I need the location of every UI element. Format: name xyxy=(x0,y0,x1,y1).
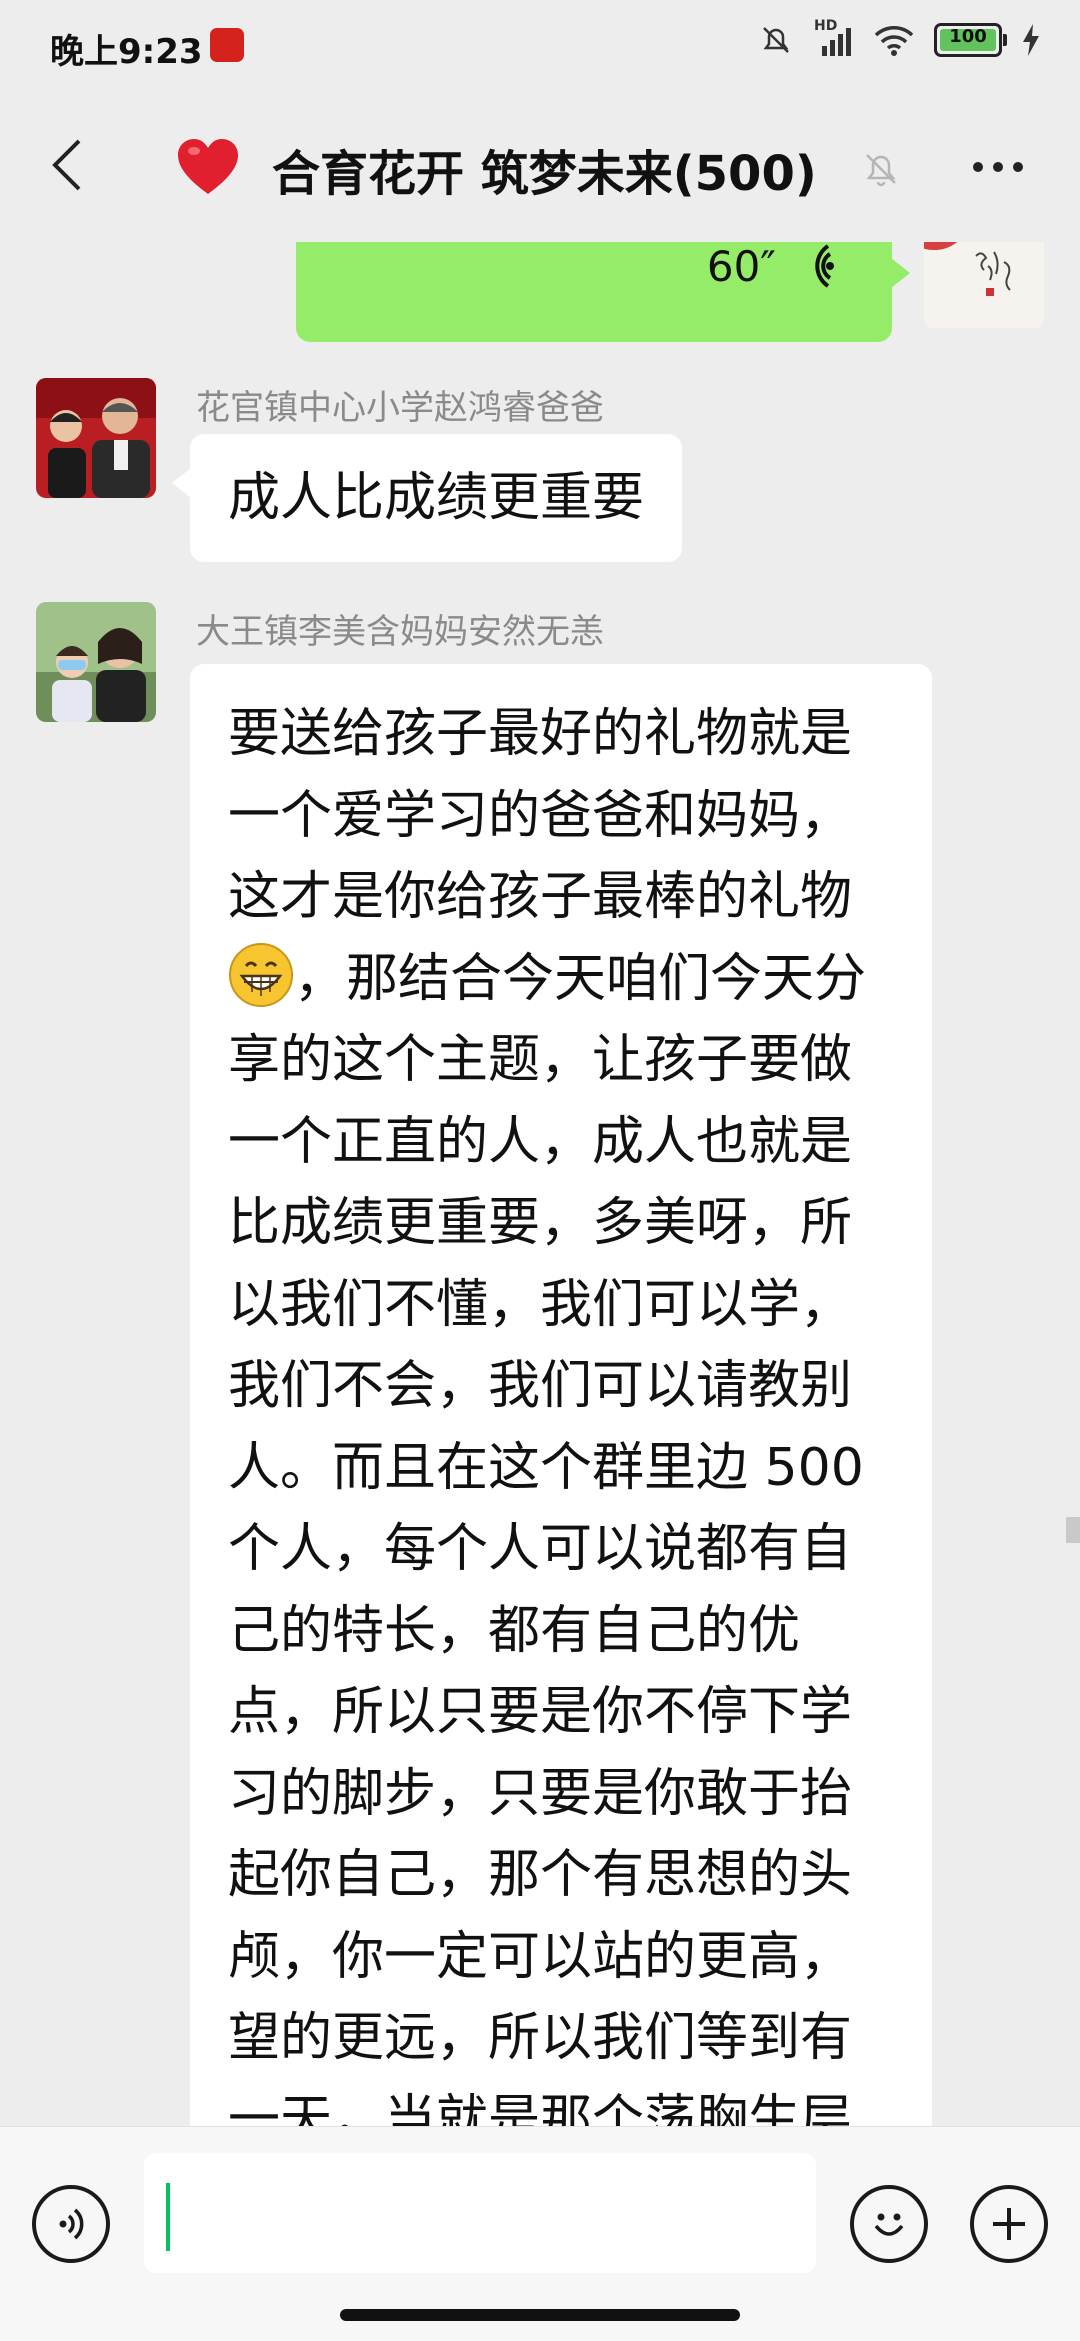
voice-input-icon xyxy=(59,2208,84,2240)
voice-duration: 60″ xyxy=(706,242,776,291)
status-indicators: HD 100 xyxy=(758,18,1040,58)
dnd-muted-icon xyxy=(763,27,789,53)
plus-icon xyxy=(993,2208,1025,2240)
message-list[interactable]: 60″ 花官镇中心小学赵鸿睿爸爸 成人比成绩更重要 大王镇李美含妈妈安然无恙 要… xyxy=(0,242,1080,2126)
battery-icon: 100 xyxy=(934,23,1007,57)
avatar[interactable] xyxy=(36,602,156,722)
status-bar: 晚上9:23 HD 100 xyxy=(0,0,1080,92)
signal-icon: HD xyxy=(814,18,854,58)
wifi-icon xyxy=(874,26,914,56)
sender-name: 大王镇李美含妈妈安然无恙 xyxy=(196,612,604,652)
sender-name: 花官镇中心小学赵鸿睿爸爸 xyxy=(196,388,604,428)
message-text-continued: ，那结合今天咱们今天分享的这个主题，让孩子要做一个正直的人，成人也就是比成绩更重… xyxy=(228,948,867,2127)
more-functions-button[interactable] xyxy=(970,2185,1048,2263)
self-avatar[interactable] xyxy=(924,242,1044,328)
mute-bell-icon xyxy=(866,154,896,187)
more-icon xyxy=(973,162,983,172)
home-indicator[interactable] xyxy=(340,2309,740,2321)
voice-input-button[interactable] xyxy=(32,2185,110,2263)
avatar[interactable] xyxy=(36,378,156,498)
back-icon xyxy=(52,139,81,191)
voice-message-bubble[interactable]: 60″ xyxy=(296,242,910,342)
charging-icon xyxy=(1023,24,1039,56)
battery-percent: 100 xyxy=(949,26,987,47)
voice-wave-icon xyxy=(815,244,834,288)
grinning-face-emoji-icon xyxy=(229,942,293,1007)
network-type-label: HD xyxy=(814,18,838,34)
message-text: 要送给孩子最好的礼物就是一个爱学习的爸爸和妈妈，这才是你给孩子最棒的礼物 xyxy=(228,704,853,927)
text-message-bubble[interactable]: 成人比成绩更重要 xyxy=(171,434,683,562)
emoji-button[interactable] xyxy=(850,2185,928,2263)
heart-icon xyxy=(178,139,238,194)
text-caret xyxy=(166,2183,170,2251)
notification-app-icon xyxy=(210,28,244,62)
back-button[interactable] xyxy=(32,130,102,200)
message-input[interactable] xyxy=(144,2153,816,2273)
chat-header: 合育花开 筑梦未来(500) xyxy=(0,92,1080,242)
text-message-bubble[interactable]: 要送给孩子最好的礼物就是一个爱学习的爸爸和妈妈，这才是你给孩子最棒的礼物 ，那结… xyxy=(190,664,932,2126)
scrollbar-handle[interactable] xyxy=(1066,1517,1080,1543)
more-button[interactable] xyxy=(958,142,1038,192)
status-time: 晚上9:23 xyxy=(50,32,203,72)
chat-title: 合育花开 筑梦未来(500) xyxy=(272,146,817,202)
emoji-icon xyxy=(874,2213,904,2236)
